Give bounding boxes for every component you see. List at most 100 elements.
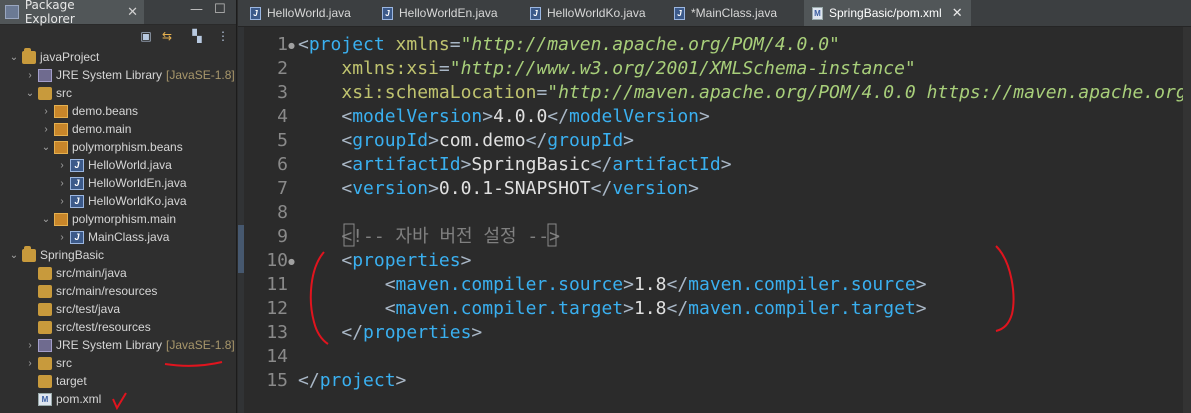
tree-item-helloworldko[interactable]: › J HelloWorldKo.java: [56, 192, 186, 210]
code-line[interactable]: <maven.compiler.source>1.8</maven.compil…: [298, 273, 927, 297]
tree-item-springbasic[interactable]: ⌄ SpringBasic: [8, 245, 104, 264]
code-token: project: [308, 34, 396, 55]
maximize-icon[interactable]: ☐: [214, 2, 226, 17]
code-token: version: [352, 178, 429, 199]
collapse-all-icon[interactable]: ▣: [139, 29, 153, 43]
chevron-right-icon[interactable]: ›: [24, 358, 36, 369]
chevron-right-icon[interactable]: ›: [56, 196, 68, 207]
code-token: <: [341, 154, 353, 175]
code-line[interactable]: <maven.compiler.target>1.8</maven.compil…: [298, 297, 927, 321]
fold-toggle-icon[interactable]: ●: [288, 257, 295, 266]
code-token: <: [341, 130, 353, 151]
code-token: <: [341, 250, 353, 271]
tree-item-helloworlden[interactable]: › J HelloWorldEn.java: [56, 174, 186, 192]
tab-helloworldko[interactable]: J HelloWorldKo.java: [530, 0, 646, 26]
chevron-down-icon[interactable]: ⌄: [8, 250, 20, 261]
code-line[interactable]: <artifactId>SpringBasic</artifactId>: [298, 153, 732, 177]
chevron-right-icon[interactable]: ›: [40, 106, 52, 117]
source-folder-icon: [38, 266, 52, 280]
tab-mainclass[interactable]: J *MainClass.java: [674, 0, 777, 26]
code-token: </: [341, 322, 364, 343]
code-line[interactable]: <version>0.0.1-SNAPSHOT</version>: [298, 177, 699, 201]
tree-item-javaproject[interactable]: ⌄ javaProject: [8, 47, 99, 66]
chevron-right-icon[interactable]: ›: [24, 70, 36, 81]
fold-toggle-icon[interactable]: ●: [288, 41, 295, 50]
tree-item-label: src: [56, 86, 72, 100]
source-folder-icon: [38, 320, 52, 334]
package-explorer-tab[interactable]: Package Explorer ✕: [0, 0, 144, 26]
line-number: 9: [277, 226, 288, 247]
tree-item-demo-beans[interactable]: › demo.beans: [40, 102, 138, 120]
library-icon: [38, 68, 52, 82]
code-line[interactable]: <groupId>com.demo</groupId>: [298, 129, 634, 153]
line-number: 14: [266, 346, 288, 367]
java-file-icon: J: [70, 158, 84, 172]
tree-item-label: HelloWorld.java: [88, 158, 172, 172]
editor-area: J HelloWorld.java J HelloWorldEn.java J …: [238, 0, 1191, 413]
tree-item-polymorphism-beans[interactable]: ⌄ polymorphism.beans: [40, 138, 183, 156]
line-number: 2: [277, 58, 288, 79]
tree-item-src-folder[interactable]: › src: [24, 354, 72, 372]
close-icon[interactable]: ✕: [952, 5, 963, 21]
chevron-right-icon[interactable]: ›: [56, 160, 68, 171]
chevron-right-icon[interactable]: ›: [24, 340, 36, 351]
tree-item-mainclass[interactable]: › J MainClass.java: [56, 228, 169, 246]
vertical-scrollbar[interactable]: [1183, 27, 1191, 413]
minimize-icon[interactable]: —: [190, 2, 203, 17]
tree-item-src-test-java[interactable]: src/test/java: [24, 300, 120, 318]
package-icon: [54, 212, 68, 226]
tree-item-target[interactable]: target: [24, 372, 87, 390]
tree-item-src-test-resources[interactable]: src/test/resources: [24, 318, 151, 336]
code-token: </: [666, 298, 689, 319]
code-token: <!-- 자바 버전 설정 -->: [341, 226, 560, 247]
link-with-editor-icon[interactable]: ⇆: [160, 29, 174, 43]
tree-item-label: src/test/java: [56, 302, 121, 316]
code-line[interactable]: <properties>: [298, 249, 471, 273]
tab-helloworld[interactable]: J HelloWorld.java: [250, 0, 351, 26]
chevron-down-icon[interactable]: ⌄: [40, 142, 52, 153]
view-menu-icon[interactable]: ⋮: [216, 29, 230, 43]
code-area[interactable]: <project xmlns="http://maven.apache.org/…: [298, 27, 1191, 413]
tab-pom-xml[interactable]: M SpringBasic/pom.xml ✕: [804, 0, 971, 26]
chevron-down-icon[interactable]: ⌄: [40, 214, 52, 225]
close-icon[interactable]: ✕: [127, 5, 138, 20]
package-icon: [54, 140, 68, 154]
code-line[interactable]: xsi:schemaLocation="http://maven.apache.…: [298, 81, 1191, 105]
code-line[interactable]: <modelVersion>4.0.0</modelVersion>: [298, 105, 710, 129]
tab-helloworlden[interactable]: J HelloWorldEn.java: [382, 0, 498, 26]
tree-item-helloworld[interactable]: › J HelloWorld.java: [56, 156, 172, 174]
code-token: groupId: [547, 130, 624, 151]
chevron-right-icon[interactable]: ›: [56, 232, 68, 243]
code-token: maven.compiler.source: [395, 274, 624, 295]
code-line[interactable]: <!-- 자바 버전 설정 -->: [298, 225, 560, 249]
tree-item-src-main-java[interactable]: src/main/java: [24, 264, 127, 282]
tree-item-jre-library-2[interactable]: › JRE System Library [JavaSE-1.8]: [24, 336, 234, 354]
code-line[interactable]: </project>: [298, 369, 406, 393]
project-icon: [22, 245, 36, 262]
tree-item-jre-library[interactable]: › JRE System Library [JavaSE-1.8]: [24, 66, 235, 84]
tree-item-src-main-resources[interactable]: src/main/resources: [24, 282, 157, 300]
tree-item-label: src/main/java: [56, 266, 127, 280]
code-token: xsi:schemaLocation: [341, 82, 537, 103]
explorer-toolbar: ▣ ⇆ ▚ ⋮: [0, 25, 236, 47]
code-line[interactable]: </properties>: [298, 321, 482, 345]
code-token: >: [720, 154, 732, 175]
tree-item-pom-xml[interactable]: M pom.xml: [24, 390, 101, 408]
code-token: version: [612, 178, 689, 199]
tree-item-polymorphism-main[interactable]: ⌄ polymorphism.main: [40, 210, 176, 228]
code-token: >: [428, 178, 439, 199]
chevron-right-icon[interactable]: ›: [40, 124, 52, 135]
filter-icon[interactable]: ▚: [190, 29, 204, 43]
line-number: 5: [277, 130, 288, 151]
chevron-down-icon[interactable]: ⌄: [8, 52, 20, 63]
tree-item-src[interactable]: ⌄ src: [24, 84, 72, 102]
code-token: >: [623, 130, 634, 151]
tree-item-decoration: [JavaSE-1.8]: [166, 68, 235, 82]
tree-item-demo-main[interactable]: › demo.main: [40, 120, 131, 138]
code-line[interactable]: xmlns:xsi="http://www.w3.org/2001/XMLSch…: [298, 57, 915, 81]
chevron-down-icon[interactable]: ⌄: [24, 88, 36, 99]
code-line[interactable]: <project xmlns="http://maven.apache.org/…: [298, 33, 840, 57]
chevron-right-icon[interactable]: ›: [56, 178, 68, 189]
code-token: <: [384, 298, 396, 319]
